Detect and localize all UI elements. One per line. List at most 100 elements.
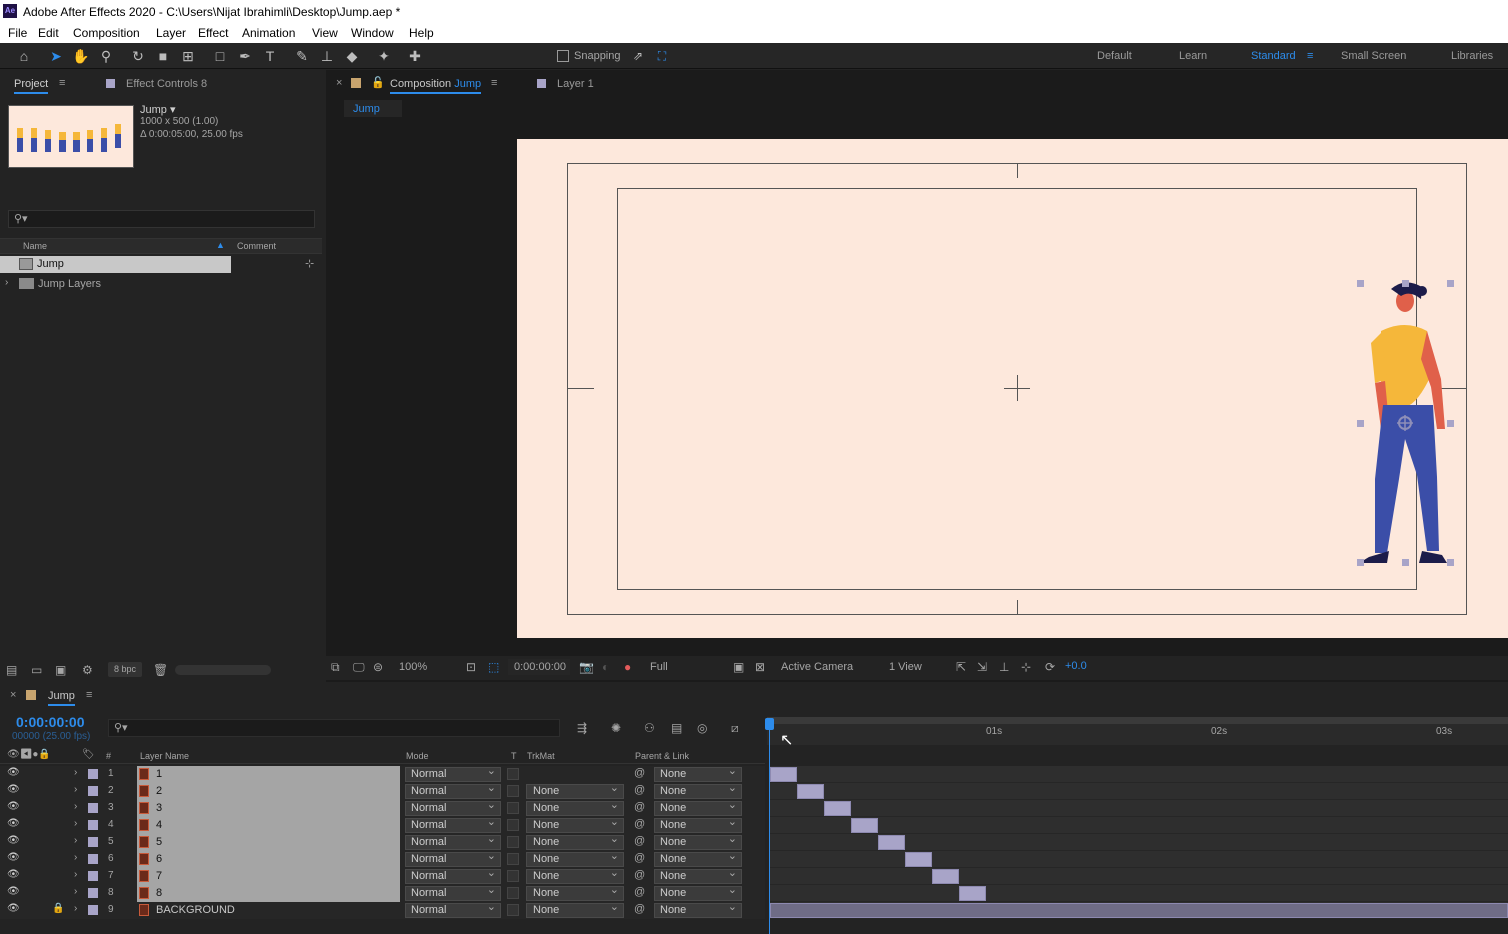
layer-track[interactable] — [770, 851, 1508, 868]
layer-name-cell[interactable]: 7 — [137, 868, 400, 885]
parent-link-dropdown[interactable]: None — [654, 765, 742, 782]
workspace-libraries[interactable]: Libraries — [1451, 50, 1493, 62]
eye-visibility-icon[interactable]: 👁 — [7, 801, 20, 812]
tab-project[interactable]: Project — [14, 78, 49, 94]
graph-editor-icon[interactable]: ⧄ — [731, 721, 739, 736]
pick-whip-icon[interactable]: @ — [634, 818, 645, 830]
eye-visibility-icon[interactable]: 👁 — [7, 886, 20, 897]
layer-track[interactable] — [770, 766, 1508, 783]
layer-mode-dropdown[interactable]: Normal — [405, 833, 501, 850]
lock-icon[interactable]: 🔒 — [52, 903, 64, 914]
column-comment[interactable]: Comment — [237, 241, 276, 251]
layer-row[interactable]: 👁 › 8 8 Normal None @ None — [0, 884, 765, 902]
vr-goggles-icon[interactable]: ⊜ — [373, 660, 383, 674]
preserve-transparency-checkbox[interactable] — [507, 785, 519, 797]
preserve-transparency-checkbox[interactable] — [507, 836, 519, 848]
track-matte-dropdown[interactable]: None — [526, 782, 624, 799]
parent-link-dropdown[interactable]: None — [654, 850, 742, 867]
comp-breadcrumb[interactable]: Jump — [344, 100, 402, 117]
layer-row[interactable]: 👁 › 4 4 Normal None @ None — [0, 816, 765, 834]
camera-tool-icon[interactable]: ■ — [154, 47, 172, 65]
eye-visibility-icon[interactable]: 👁 — [7, 869, 20, 880]
layer-label-swatch[interactable] — [88, 803, 98, 813]
timeline-icon[interactable]: ⊥ — [999, 660, 1009, 674]
column-layer-name[interactable]: Layer Name — [140, 751, 189, 761]
chevron-right-icon[interactable]: › — [5, 277, 8, 288]
pick-whip-icon[interactable]: @ — [634, 869, 645, 881]
workspace-default[interactable]: Default — [1097, 50, 1132, 62]
eye-visibility-icon[interactable]: 👁 — [7, 818, 20, 829]
menu-layer[interactable]: Layer — [156, 26, 186, 40]
color-channels-icon[interactable]: ● — [624, 660, 631, 674]
layer-mode-dropdown[interactable]: Normal — [405, 782, 501, 799]
layer-duration-bar[interactable] — [824, 801, 851, 816]
layer-name-cell[interactable]: 5 — [137, 834, 400, 851]
layer-label-swatch[interactable] — [88, 820, 98, 830]
chevron-right-icon[interactable]: › — [74, 886, 77, 897]
tab-layer-1[interactable]: Layer 1 — [557, 78, 594, 90]
lock-icon[interactable]: 🔓 — [371, 76, 385, 89]
layer-track[interactable] — [770, 902, 1508, 919]
home-icon[interactable]: ⌂ — [15, 47, 33, 65]
parent-link-dropdown[interactable]: None — [654, 799, 742, 816]
eye-visibility-icon[interactable]: 👁 — [7, 784, 20, 795]
parent-link-dropdown[interactable]: None — [654, 884, 742, 901]
project-search-input[interactable]: ⚲▾ — [8, 210, 315, 228]
layer-row[interactable]: 👁 › 3 3 Normal None @ None — [0, 799, 765, 817]
magnification-dropdown[interactable]: 100% — [393, 659, 459, 675]
chevron-right-icon[interactable]: › — [74, 801, 77, 812]
layer-track[interactable] — [770, 868, 1508, 885]
chevron-right-icon[interactable]: › — [74, 784, 77, 795]
layer-name-cell[interactable]: 8 — [137, 885, 400, 902]
layer-label-swatch[interactable] — [88, 837, 98, 847]
region-of-interest-icon[interactable]: ▣ — [733, 660, 744, 674]
layer-row[interactable]: 👁 › 2 2 Normal None @ None — [0, 782, 765, 800]
layer-mode-dropdown[interactable]: Normal — [405, 799, 501, 816]
always-preview-icon[interactable]: ⧉ — [331, 660, 340, 675]
eye-visibility-icon[interactable]: 👁 — [7, 903, 20, 914]
transparency-grid-icon[interactable]: ⊠ — [755, 660, 765, 674]
chevron-right-icon[interactable]: › — [74, 869, 77, 880]
pick-whip-icon[interactable]: @ — [634, 886, 645, 898]
eye-visibility-icon[interactable]: 👁 — [7, 852, 20, 863]
layer-track[interactable] — [770, 834, 1508, 851]
menu-file[interactable]: File — [8, 26, 27, 40]
layer-name-cell[interactable]: 1 — [137, 766, 400, 783]
layer-row[interactable]: 👁 › 1 1 Normal @ None — [0, 765, 765, 783]
layer-label-swatch[interactable] — [88, 888, 98, 898]
layer-track[interactable] — [770, 783, 1508, 800]
motion-blur-icon[interactable]: ◎ — [697, 721, 707, 735]
selection-tool-icon[interactable]: ➤ — [47, 47, 65, 65]
parent-link-dropdown[interactable]: None — [654, 816, 742, 833]
show-snapshot-icon[interactable]: ◐ — [602, 660, 609, 674]
pick-whip-icon[interactable]: @ — [634, 801, 645, 813]
column-name[interactable]: Name — [23, 241, 47, 251]
reset-exposure-icon[interactable]: ⟳ — [1045, 660, 1055, 674]
time-ruler[interactable]: 01s 02s 03s — [767, 717, 1508, 797]
trash-icon[interactable]: 🗑 — [153, 663, 168, 677]
layer-duration-bar[interactable] — [959, 886, 986, 901]
pick-whip-icon[interactable]: @ — [634, 903, 645, 915]
layer-name-cell[interactable]: BACKGROUND — [137, 902, 400, 919]
layer-row[interactable]: 👁 › 6 6 Normal None @ None — [0, 850, 765, 868]
composition-viewer[interactable] — [517, 139, 1508, 638]
layer-name-cell[interactable]: 6 — [137, 851, 400, 868]
layer-label-swatch[interactable] — [88, 769, 98, 779]
camera-view-dropdown[interactable]: Active Camera — [775, 659, 875, 675]
project-settings-icon[interactable]: ⚙ — [82, 663, 93, 677]
comp-info-name[interactable]: Jump ▾ — [140, 103, 175, 116]
preserve-transparency-checkbox[interactable] — [507, 853, 519, 865]
puppet-tool-icon[interactable]: ✚ — [406, 47, 424, 65]
rectangle-tool-icon[interactable]: □ — [211, 47, 229, 65]
preserve-transparency-checkbox[interactable] — [507, 802, 519, 814]
sort-ascending-icon[interactable]: ▲ — [216, 240, 225, 250]
layer-mode-dropdown[interactable]: Normal — [405, 765, 501, 782]
view-layout-dropdown[interactable]: 1 View — [883, 659, 945, 675]
preserve-transparency-checkbox[interactable] — [507, 819, 519, 831]
track-matte-dropdown[interactable]: None — [526, 833, 624, 850]
tab-timeline-jump[interactable]: Jump — [48, 690, 75, 706]
interpret-footage-icon[interactable]: ▤ — [6, 663, 17, 677]
layer-duration-bar[interactable] — [797, 784, 824, 799]
preserve-transparency-checkbox[interactable] — [507, 904, 519, 916]
pen-tool-icon[interactable]: ✒ — [236, 47, 254, 65]
